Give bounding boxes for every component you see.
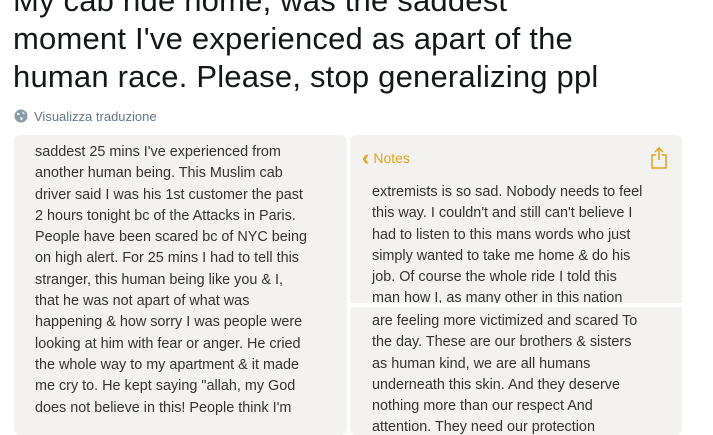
note-line: attention. They need our protection: [372, 419, 595, 435]
note-line: driver said I was his 1st customer the p…: [35, 186, 303, 203]
note-line: on high alert. For 25 mins I had to tell…: [35, 250, 299, 267]
note-line: job. Of course the whole ride I told thi…: [372, 269, 617, 286]
note-text-bottom: are feeling more victimized and scared T…: [372, 311, 637, 435]
tweet-line: human race. Please, stop generalizing pp…: [13, 59, 599, 94]
note-text-top: extremists is so sad. Nobody needs to fe…: [372, 182, 642, 310]
note-line: looking at him with fear or anger. He cr…: [35, 335, 301, 352]
tweet-line: My cab ride home, was the saddest: [13, 0, 508, 18]
note-line: underneath this skin. And they deserve: [372, 376, 620, 393]
note-line: saddest 25 mins I've experienced from: [35, 144, 281, 160]
share-icon[interactable]: [650, 147, 668, 169]
notes-header-label: Notes: [373, 150, 410, 166]
note-line: me cry to. He kept saying "allah, my God: [35, 378, 296, 395]
note-line: stranger, this human being like you & I,: [35, 271, 283, 288]
note-line: does not believe in this! People think I…: [35, 399, 292, 416]
note-line: had to listen to this mans words who jus…: [372, 226, 631, 243]
note-line: simply wanted to take me home & do his: [372, 247, 631, 264]
chevron-left-icon: ‹: [362, 145, 370, 170]
tweet-line: moment I've experienced as apart of the: [13, 21, 573, 56]
translate-label: Visualizza traduzione: [34, 108, 157, 124]
screenshot-divider: [350, 303, 682, 307]
note-line: the day. These are our brothers & sister…: [372, 334, 632, 351]
note-line: extremists is so sad. Nobody needs to fe…: [372, 184, 643, 200]
notes-back-button[interactable]: ‹ Notes: [362, 145, 410, 170]
note-line: that he was not apart of what was: [35, 293, 250, 310]
note-line: nothing more than our respect And: [372, 398, 593, 415]
note-image-left[interactable]: saddest 25 mins I've experienced from an…: [14, 135, 347, 435]
note-line: are feeling more victimized and scared T…: [372, 313, 638, 329]
note-line: 2 hours tonight bc of the Attacks in Par…: [35, 207, 296, 224]
note-line: happening & how sorry I was people were: [35, 314, 303, 331]
note-line: the whole way to my apartment & it made: [35, 356, 299, 373]
note-line: People have been scared bc of NYC being: [35, 229, 308, 246]
note-line: as human kind, we are all humans: [372, 355, 591, 372]
note-image-right[interactable]: ‹ Notes extremists is so sad. Nobody nee…: [350, 135, 682, 435]
globe-icon: [14, 109, 28, 123]
note-line: another human being. This Muslim cab: [35, 165, 283, 182]
note-line: this way. I couldn't and still can't bel…: [372, 205, 633, 222]
translate-link[interactable]: Visualizza traduzione: [14, 107, 157, 125]
note-text: saddest 25 mins I've experienced from an…: [35, 142, 307, 419]
tweet-text: My cab ride home, was the saddest moment…: [13, 0, 703, 96]
